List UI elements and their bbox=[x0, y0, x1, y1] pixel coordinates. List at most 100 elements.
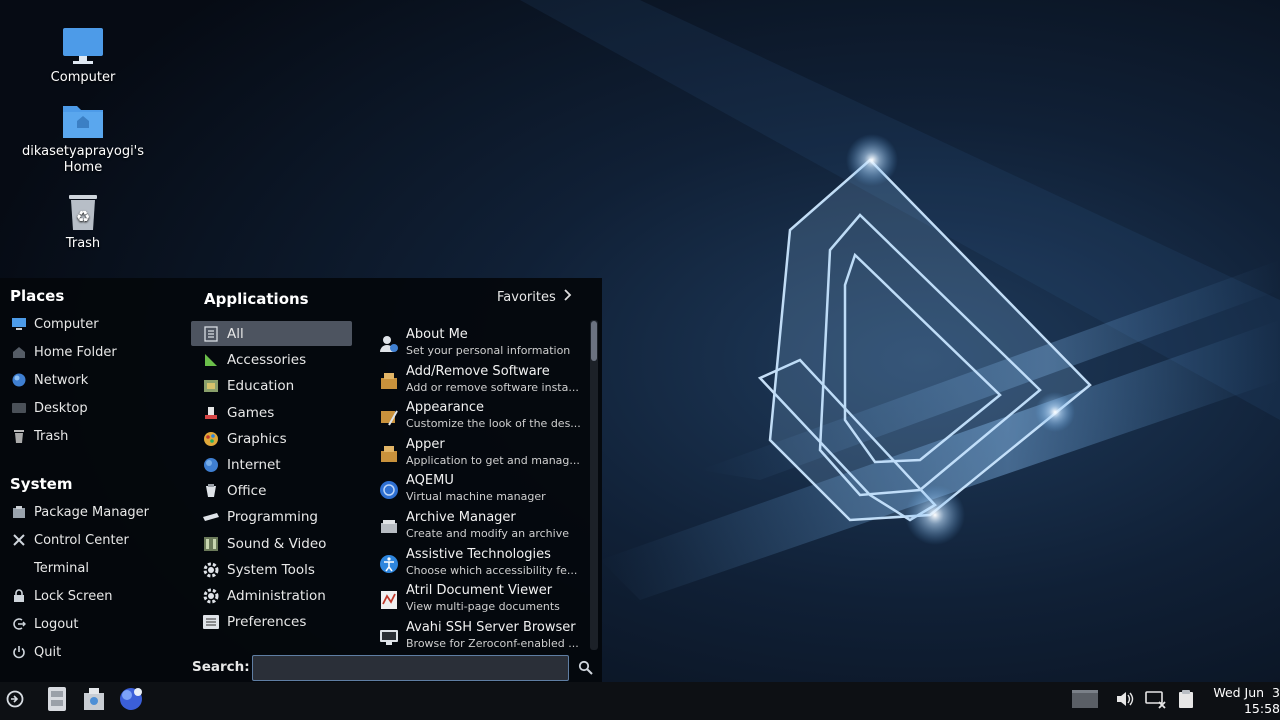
search-icon[interactable] bbox=[578, 660, 594, 676]
category-programming[interactable]: Programming bbox=[191, 504, 352, 529]
clock[interactable]: Wed Jun 3 15:58 bbox=[1210, 685, 1280, 717]
app-item-assistive-technologies[interactable]: Assistive Technologies Choose which acces… bbox=[378, 546, 584, 582]
category-label: System Tools bbox=[227, 561, 315, 578]
category-games[interactable]: Games bbox=[191, 400, 352, 425]
multimedia-icon bbox=[202, 535, 220, 553]
app-item-about-me[interactable]: About Me Set your personal information bbox=[378, 326, 584, 362]
system-item-terminal[interactable]: Terminal bbox=[12, 557, 182, 579]
clipboard-icon bbox=[1178, 689, 1194, 713]
places-item-desktop[interactable]: Desktop bbox=[12, 397, 182, 419]
app-item-avahi-ssh-server-browser[interactable]: Avahi SSH Server Browser Browse for Zeroc… bbox=[378, 619, 584, 655]
category-all[interactable]: All bbox=[191, 321, 352, 346]
show-desktop-button[interactable] bbox=[1070, 686, 1100, 716]
education-icon bbox=[202, 377, 220, 395]
category-label: Administration bbox=[227, 587, 326, 604]
clock-time: 15:58 bbox=[1243, 701, 1280, 716]
places-item-network[interactable]: Network bbox=[12, 369, 182, 391]
network-disconnected-icon bbox=[1144, 689, 1168, 713]
category-label: Accessories bbox=[227, 351, 307, 368]
app-description: Application to get and manag... bbox=[406, 454, 580, 467]
office-icon bbox=[202, 482, 220, 500]
category-education[interactable]: Education bbox=[191, 373, 352, 398]
places-heading: Places bbox=[10, 287, 65, 305]
app-item-appearance[interactable]: Appearance Customize the look of the des.… bbox=[378, 399, 584, 435]
appearance-icon bbox=[378, 406, 400, 428]
places-item-label: Network bbox=[34, 372, 89, 388]
app-description: Customize the look of the des... bbox=[406, 417, 581, 430]
app-description: Set your personal information bbox=[406, 344, 571, 357]
application-list-scrollbar[interactable] bbox=[590, 320, 598, 650]
logout-icon bbox=[12, 617, 26, 631]
desktop-icon-trash[interactable]: ♻ Trash bbox=[18, 188, 148, 252]
package-manager-launcher[interactable] bbox=[79, 686, 109, 716]
places-item-computer[interactable]: Computer bbox=[12, 313, 182, 335]
browser-globe-icon bbox=[117, 685, 145, 717]
category-accessories[interactable]: Accessories bbox=[191, 347, 352, 372]
category-graphics[interactable]: Graphics bbox=[191, 426, 352, 451]
places-item-trash[interactable]: Trash bbox=[12, 425, 182, 447]
svg-text:♻: ♻ bbox=[76, 207, 90, 226]
favorites-button[interactable]: Favorites bbox=[497, 289, 572, 305]
volume-button[interactable] bbox=[1110, 686, 1140, 716]
category-sound-video[interactable]: Sound & Video bbox=[191, 531, 352, 556]
ssh-browser-icon bbox=[378, 626, 400, 648]
app-item-archive-manager[interactable]: Archive Manager Create and modify an arch… bbox=[378, 509, 584, 545]
search-input[interactable] bbox=[252, 655, 569, 681]
programming-icon bbox=[202, 508, 220, 526]
category-office[interactable]: Office bbox=[191, 478, 352, 503]
app-description: Create and modify an archive bbox=[406, 527, 569, 540]
favorites-label: Favorites bbox=[497, 289, 556, 305]
system-item-control-center[interactable]: Control Center bbox=[12, 529, 182, 551]
app-description: Choose which accessibility fe... bbox=[406, 564, 578, 577]
app-description: View multi-page documents bbox=[406, 600, 560, 613]
app-item-add-remove-software[interactable]: Add/Remove Software Add or remove softwar… bbox=[378, 363, 584, 399]
system-item-lock-screen[interactable]: Lock Screen bbox=[12, 585, 182, 607]
app-name: Add/Remove Software bbox=[406, 364, 550, 379]
applications-heading: Applications bbox=[204, 290, 309, 308]
app-description: Virtual machine manager bbox=[406, 490, 546, 503]
app-name: AQEMU bbox=[406, 473, 454, 488]
app-item-atril-document-viewer[interactable]: Atril Document Viewer View multi-page doc… bbox=[378, 582, 584, 618]
web-browser-launcher[interactable] bbox=[116, 686, 146, 716]
package-icon bbox=[378, 443, 400, 465]
clipboard-button[interactable] bbox=[1171, 686, 1201, 716]
category-administration[interactable]: Administration bbox=[191, 583, 352, 608]
menu-launcher-button[interactable] bbox=[0, 686, 30, 716]
category-label: Games bbox=[227, 404, 275, 421]
system-item-label: Quit bbox=[34, 644, 62, 660]
document-viewer-icon bbox=[378, 589, 400, 611]
system-item-package-manager[interactable]: Package Manager bbox=[12, 501, 182, 523]
network-icon bbox=[12, 373, 26, 387]
category-system-tools[interactable]: System Tools bbox=[191, 557, 352, 582]
app-item-apper[interactable]: Apper Application to get and manag... bbox=[378, 436, 584, 472]
system-item-logout[interactable]: Logout bbox=[12, 613, 182, 635]
desktop-icon-computer[interactable]: Computer bbox=[18, 22, 148, 86]
places-item-home-folder[interactable]: Home Folder bbox=[12, 341, 182, 363]
app-item-aqemu[interactable]: AQEMU Virtual machine manager bbox=[378, 472, 584, 508]
user-info-icon bbox=[378, 333, 400, 355]
gear-icon bbox=[202, 587, 220, 605]
desktop-icon-home[interactable]: dikasetyaprayogi's Home bbox=[18, 96, 148, 176]
file-cabinet-icon bbox=[46, 686, 68, 716]
app-name: About Me bbox=[406, 327, 468, 342]
scrollbar-thumb[interactable] bbox=[591, 321, 597, 361]
system-item-label: Lock Screen bbox=[34, 588, 113, 604]
system-item-quit[interactable]: Quit bbox=[12, 641, 182, 663]
category-label: Graphics bbox=[227, 430, 287, 447]
places-item-label: Computer bbox=[34, 316, 99, 332]
category-label: Office bbox=[227, 482, 267, 499]
category-internet[interactable]: Internet bbox=[191, 452, 352, 477]
file-manager-launcher[interactable] bbox=[42, 686, 72, 716]
lock-icon bbox=[12, 589, 26, 603]
category-label: Preferences bbox=[227, 613, 307, 630]
desktop-icon bbox=[12, 401, 26, 415]
category-label: Internet bbox=[227, 456, 281, 473]
category-preferences[interactable]: Preferences bbox=[191, 609, 352, 634]
home-folder-icon bbox=[59, 96, 107, 144]
network-status-button[interactable] bbox=[1141, 686, 1171, 716]
category-label: Programming bbox=[227, 508, 318, 525]
trash-icon bbox=[12, 429, 26, 443]
desktop-icon-label: dikasetyaprayogi's Home bbox=[21, 144, 145, 175]
graphics-icon bbox=[202, 430, 220, 448]
aqemu-icon bbox=[378, 479, 400, 501]
